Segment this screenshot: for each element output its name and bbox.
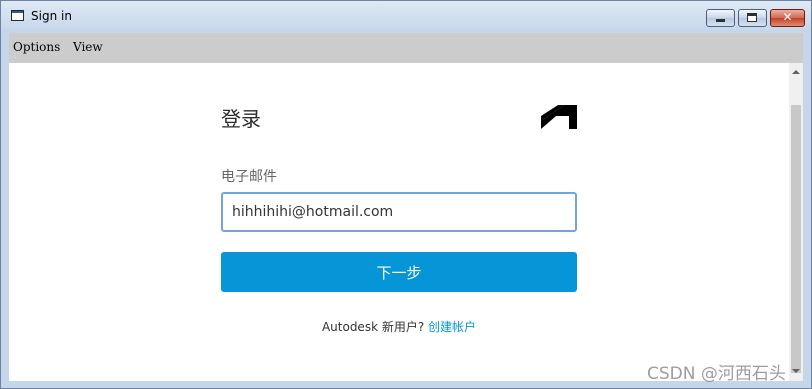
window-title: Sign in <box>31 9 72 23</box>
create-account-link[interactable]: 创建帐户 <box>428 320 476 334</box>
autodesk-logo-icon <box>541 105 577 129</box>
page-title: 登录 <box>221 107 261 131</box>
maximize-icon <box>747 13 757 22</box>
sign-in-page: 登录 电子邮件 下一步 Autodesk 新用户? 创建帐户 <box>9 63 789 381</box>
email-field[interactable] <box>221 192 577 232</box>
email-label: 电子邮件 <box>221 169 277 185</box>
app-window-icon <box>11 10 24 21</box>
app-window: Sign in ✕ Options View 登录 电子邮件 下一步 Autod… <box>0 0 812 389</box>
new-user-text: Autodesk 新用户? <box>321 320 425 334</box>
next-button[interactable]: 下一步 <box>221 252 577 292</box>
new-user-row: Autodesk 新用户? 创建帐户 <box>221 318 577 335</box>
menu-view[interactable]: View <box>73 40 103 54</box>
title-bar[interactable]: Sign in ✕ <box>1 1 811 31</box>
vertical-scrollbar[interactable] <box>789 63 803 381</box>
minimize-button[interactable] <box>706 9 735 27</box>
watermark: CSDN @河西石头 <box>647 364 786 384</box>
close-button[interactable]: ✕ <box>770 9 805 27</box>
close-icon: ✕ <box>782 10 793 24</box>
scroll-thumb[interactable] <box>791 105 801 373</box>
scroll-up-arrow-icon[interactable] <box>789 63 803 83</box>
menu-bar: Options View <box>9 33 803 63</box>
minimize-icon <box>716 19 725 22</box>
maximize-button[interactable] <box>738 9 767 27</box>
menu-options[interactable]: Options <box>13 40 60 54</box>
scroll-down-arrow-icon[interactable] <box>789 361 803 381</box>
